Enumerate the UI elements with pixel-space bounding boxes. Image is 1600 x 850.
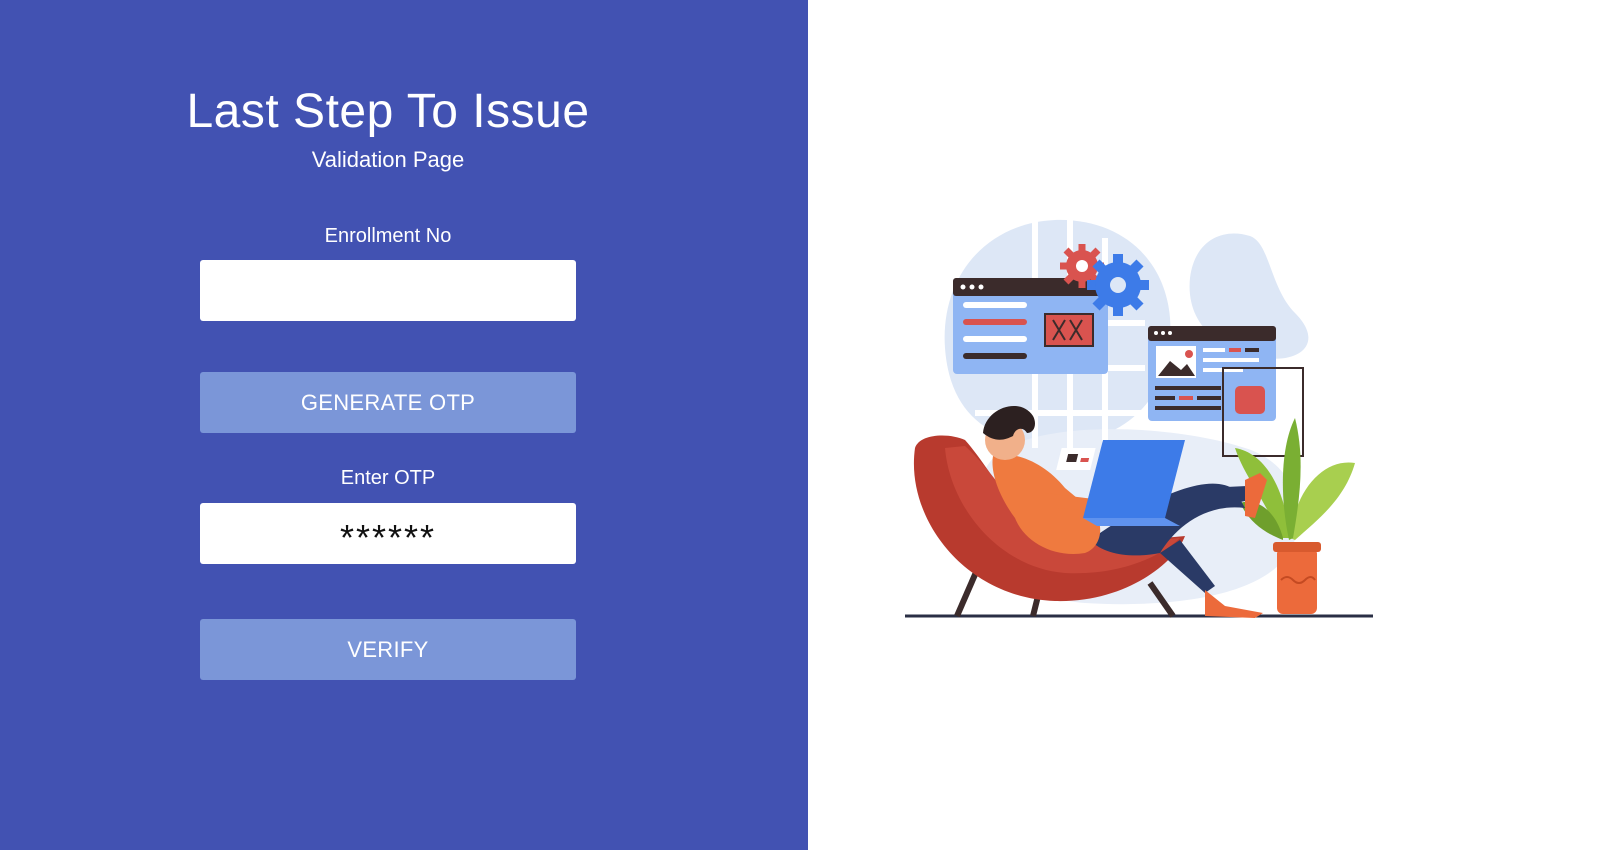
enrollment-input[interactable] [200,260,576,321]
enrollment-label: Enrollment No [324,225,452,247]
generate-otp-button[interactable]: GENERATE OTP [200,372,576,433]
page-title: Last Step To Issue [186,85,590,138]
otp-label: Enter OTP [340,467,436,489]
page: Last Step To Issue Validation Page Enrol… [0,0,1600,850]
page-subtitle: Validation Page [311,147,465,172]
verify-button[interactable]: VERIFY [200,619,576,680]
otp-input[interactable] [200,503,576,564]
validation-panel: Last Step To Issue Validation Page Enrol… [0,0,808,850]
person-with-laptop-illustration [905,218,1373,618]
gear-blue-icon [1087,254,1149,316]
browser-window-left [953,278,1108,374]
